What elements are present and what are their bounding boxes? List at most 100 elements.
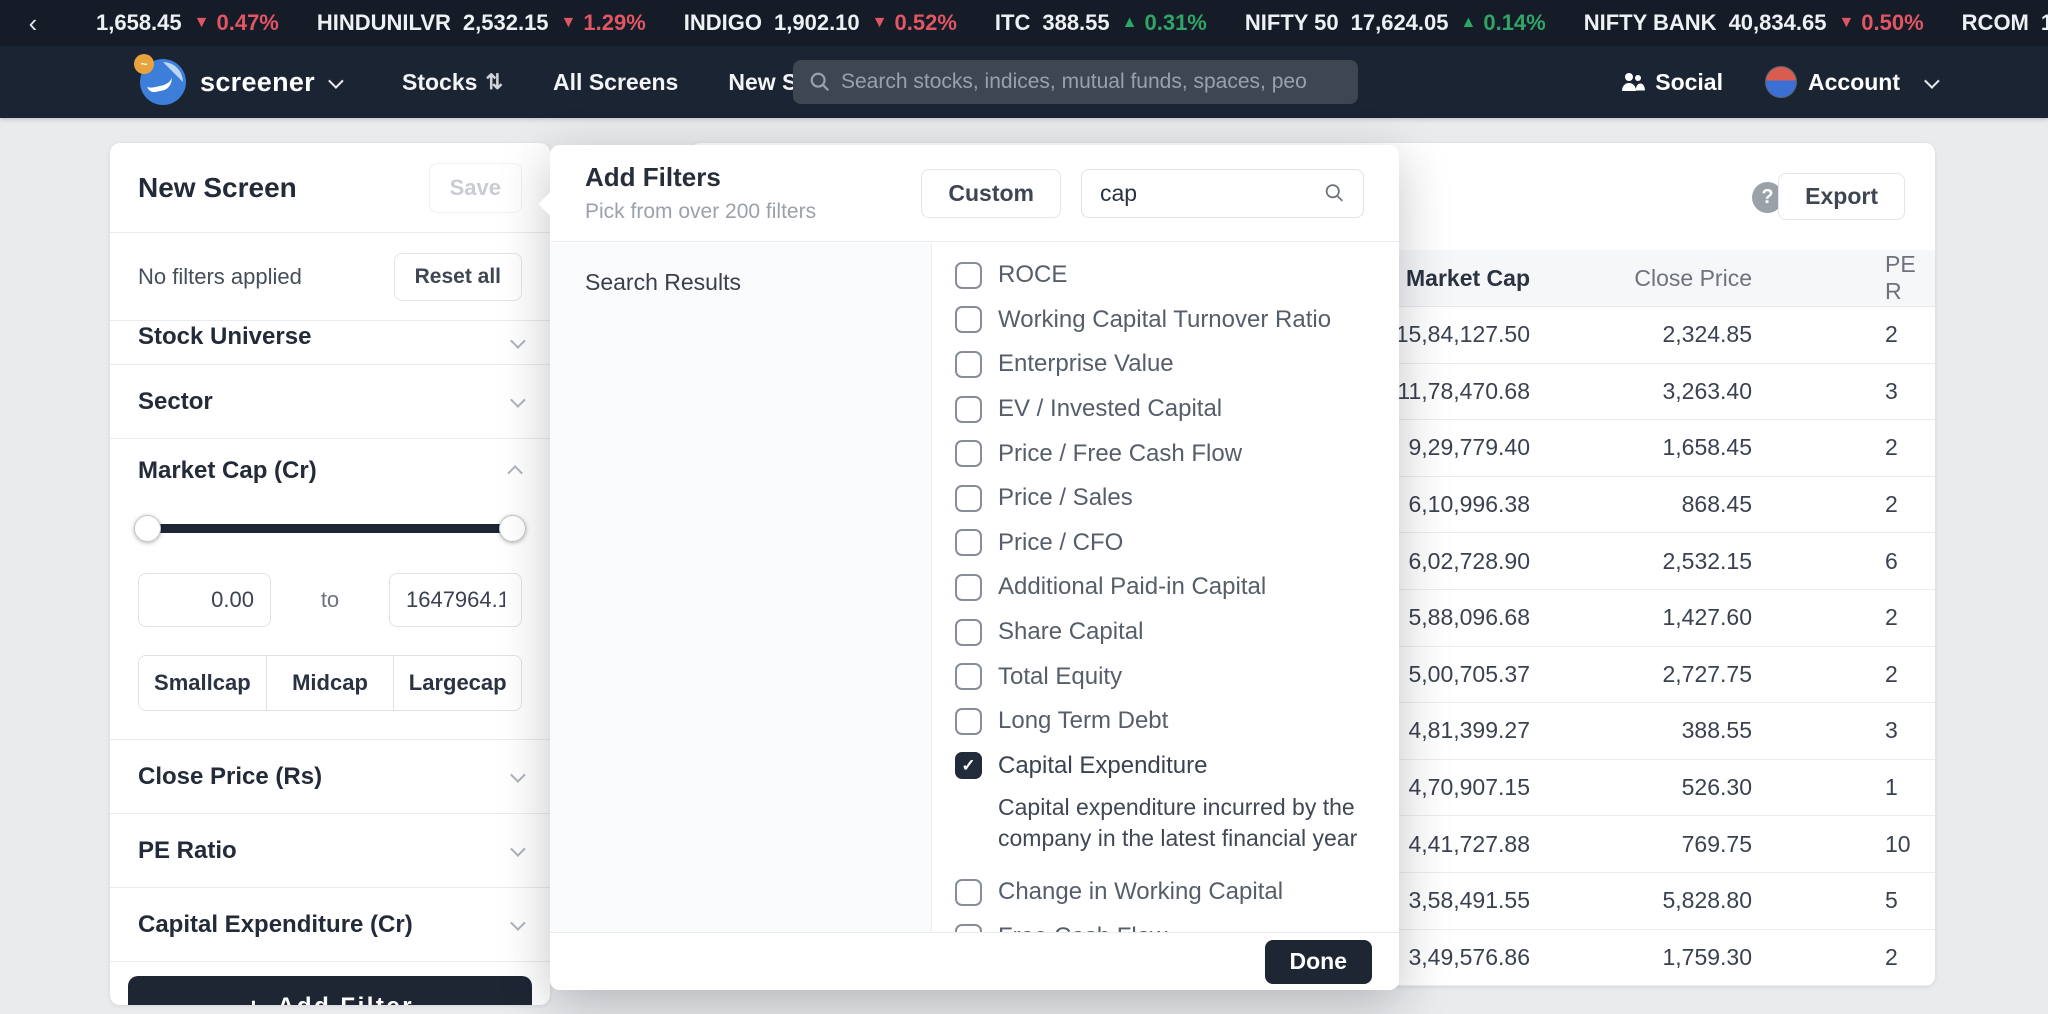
ticker-item[interactable]: NIFTY BANK 40,834.65 ▼ 0.50%	[1584, 10, 1924, 36]
cell-close-price: 5,828.80	[1662, 887, 1752, 914]
column-header-pe-ratio[interactable]: PE R	[1752, 251, 1935, 305]
filter-section-header[interactable]: PE Ratio	[110, 814, 550, 888]
nav-link-label: All Screens	[553, 68, 679, 95]
brand-name[interactable]: screener	[200, 67, 315, 98]
add-filter-button[interactable]: + Add Filter	[128, 976, 532, 1005]
checkbox[interactable]	[955, 573, 982, 601]
social-link[interactable]: Social	[1621, 69, 1723, 96]
checkbox[interactable]	[955, 306, 982, 334]
filter-option-label: Working Capital Turnover Ratio	[998, 305, 1332, 333]
filter-option[interactable]: Price / Free Cash Flow	[955, 431, 1399, 476]
cell-pe-ratio: 3	[1885, 377, 1898, 404]
filter-search-input[interactable]	[1100, 179, 1315, 207]
modal-footer: Done	[550, 932, 1399, 990]
cap-preset-button[interactable]: Smallcap	[139, 656, 266, 710]
filter-option[interactable]: Total Equity	[955, 654, 1399, 699]
slider-track[interactable]	[140, 524, 520, 533]
change-percent: 0.50%	[1861, 10, 1924, 35]
cell-close-price: 1,759.30	[1662, 943, 1752, 970]
nav-link[interactable]: All Screens	[553, 69, 678, 96]
avatar	[1765, 66, 1797, 98]
cap-preset-button[interactable]: Midcap	[265, 656, 394, 710]
filter-option[interactable]: Additional Paid-in Capital	[955, 565, 1399, 610]
cell-pe-ratio: 2	[1885, 943, 1898, 970]
checkbox[interactable]	[955, 752, 982, 780]
filter-option-label: ROCE	[998, 261, 1068, 289]
reset-all-button[interactable]: Reset all	[393, 252, 522, 301]
ticker-item[interactable]: INDIGO 1,902.10 ▼ 0.52%	[684, 10, 957, 36]
filter-option[interactable]: ROCE	[955, 253, 1399, 298]
cell-pe-ratio: 2	[1885, 491, 1898, 518]
filter-section-header[interactable]: Sector	[110, 365, 550, 439]
change-arrow-icon: ▲	[1121, 14, 1138, 31]
filter-option[interactable]: Price / CFO	[955, 521, 1399, 566]
nav-link[interactable]: Stocks ⇅	[402, 69, 503, 96]
checkbox[interactable]	[955, 663, 982, 691]
filter-option[interactable]: Change in Working Capital	[955, 870, 1399, 915]
ticker-item[interactable]: ITC 388.55 ▲ 0.31%	[995, 10, 1207, 36]
cell-close-price: 2,532.15	[1662, 547, 1752, 574]
slider-handle-min[interactable]	[134, 515, 161, 542]
filter-section-market-cap[interactable]: Market Cap (Cr)	[110, 439, 550, 503]
brand-chevron-down-icon[interactable]	[328, 72, 344, 89]
checkbox[interactable]	[955, 923, 982, 932]
ticker-item[interactable]: HINDUNILVR 2,532.15 ▼ 1.29%	[317, 10, 646, 36]
checkbox[interactable]	[955, 395, 982, 423]
ticker-item[interactable]: RCOM 1.45 ▲3.57%	[1962, 10, 2048, 36]
cell-close-price: 769.75	[1681, 830, 1752, 857]
filter-section-header[interactable]: Capital Expenditure (Cr)	[110, 888, 550, 962]
ticker-prev-icon[interactable]: ‹	[20, 8, 46, 39]
screener-logo-icon[interactable]: ~	[134, 54, 186, 105]
export-button[interactable]: Export	[1778, 173, 1905, 220]
filter-option-label: Change in Working Capital	[998, 878, 1284, 906]
global-search-input[interactable]	[841, 70, 1342, 94]
filter-panel: New Screen Save No filters applied Reset…	[110, 143, 550, 1005]
checkbox[interactable]	[955, 484, 982, 512]
column-header-close-price[interactable]: Close Price	[1530, 265, 1752, 292]
modal-subtitle: Pick from over 200 filters	[585, 200, 817, 223]
filter-status-text: No filters applied	[138, 263, 302, 289]
slider-handle-max[interactable]	[499, 515, 526, 542]
ticker-price: 1.45	[2040, 10, 2048, 35]
ticker-item[interactable]: NIFTY 50 17,624.05 ▲ 0.14%	[1245, 10, 1546, 36]
checkbox[interactable]	[955, 618, 982, 646]
custom-filter-button[interactable]: Custom	[921, 168, 1061, 218]
checkbox[interactable]	[955, 707, 982, 735]
filter-option[interactable]: Share Capital	[955, 610, 1399, 655]
cell-close-price: 868.45	[1681, 491, 1752, 518]
ticker-item[interactable]: 1,658.45 ▼ 0.47%	[84, 10, 279, 36]
ticker-symbol: HINDUNILVR	[316, 10, 451, 35]
cap-preset-button[interactable]: Largecap	[393, 656, 521, 710]
filter-option[interactable]: Working Capital Turnover Ratio	[955, 298, 1399, 343]
cell-pe-ratio: 5	[1885, 887, 1898, 914]
checkbox[interactable]	[955, 350, 982, 378]
search-results-column: Search Results	[550, 243, 932, 932]
filter-option-label: Share Capital	[998, 618, 1144, 646]
filter-option[interactable]: Long Term Debt	[955, 699, 1399, 744]
account-menu[interactable]: Account	[1765, 66, 1940, 98]
filter-option[interactable]: Free Cash Flow	[955, 915, 1399, 932]
filter-option[interactable]: Price / Sales	[955, 476, 1399, 521]
chevron-down-icon	[510, 333, 526, 349]
filter-search[interactable]	[1081, 168, 1364, 218]
ticker-change: ▼ 1.29%	[561, 10, 646, 36]
filter-option[interactable]: Capital Expenditure	[955, 744, 1399, 789]
filter-option[interactable]: Enterprise Value	[955, 342, 1399, 387]
checkbox[interactable]	[955, 529, 982, 557]
filter-section-label: Sector	[138, 387, 213, 415]
max-value-input[interactable]	[388, 573, 522, 627]
filter-section-header[interactable]: Stock Universe	[110, 321, 550, 365]
min-value-input[interactable]	[138, 573, 271, 627]
filter-option[interactable]: EV / Invested Capital	[955, 387, 1399, 432]
global-search[interactable]	[793, 60, 1358, 104]
checkbox[interactable]	[955, 261, 982, 289]
change-arrow-icon: ▲	[1460, 14, 1477, 31]
done-button[interactable]: Done	[1264, 939, 1372, 984]
checkbox[interactable]	[955, 440, 982, 468]
checkbox[interactable]	[955, 878, 982, 906]
filter-section-header[interactable]: Close Price (Rs)	[110, 740, 550, 814]
change-percent: 0.14%	[1483, 10, 1546, 35]
change-arrow-icon: ▼	[560, 14, 577, 31]
modal-titles: Add Filters Pick from over 200 filters	[585, 162, 816, 224]
save-button[interactable]: Save	[428, 162, 522, 213]
